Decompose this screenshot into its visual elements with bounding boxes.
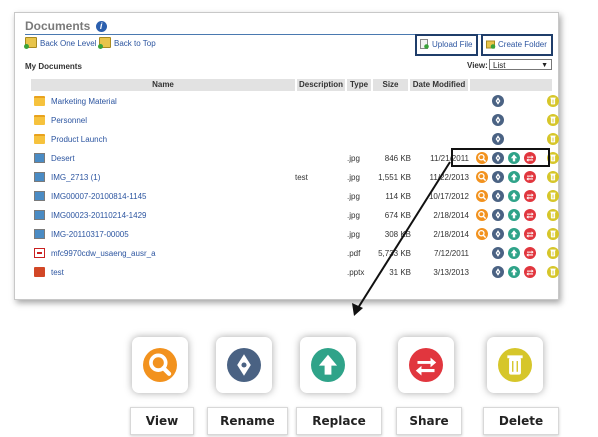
trash-icon — [498, 348, 532, 382]
legend-share-label: Share — [396, 407, 462, 435]
pen-nib-icon — [227, 348, 261, 382]
legend-view-tile — [132, 337, 188, 393]
arrow-up-icon — [311, 348, 345, 382]
legend-replace-tile — [300, 337, 356, 393]
legend-share-tile — [398, 337, 454, 393]
magnifier-icon — [143, 348, 177, 382]
share-arrows-icon — [409, 348, 443, 382]
legend-delete-label: Delete — [483, 407, 559, 435]
legend-replace-label: Replace — [296, 407, 382, 435]
legend-delete-tile — [487, 337, 543, 393]
legend-view-label: View — [130, 407, 194, 435]
legend-rename-tile — [216, 337, 272, 393]
legend-rename-label: Rename — [207, 407, 288, 435]
